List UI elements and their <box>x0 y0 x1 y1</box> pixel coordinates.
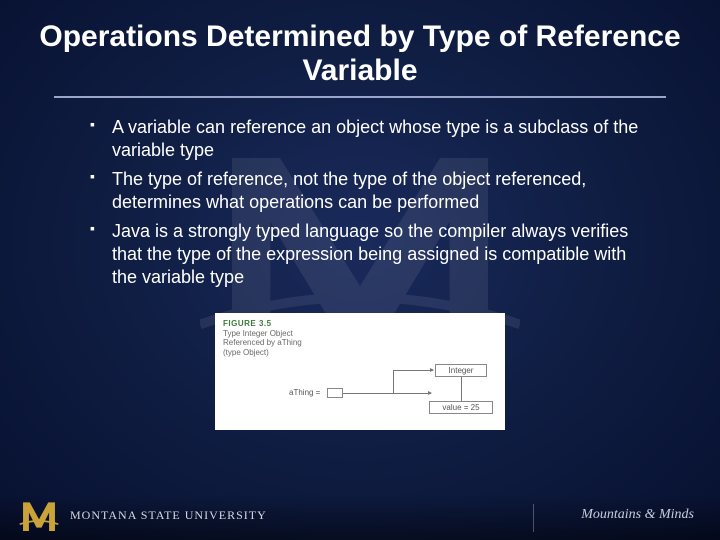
link-line <box>393 370 394 393</box>
figure-caption-line: Type Integer Object <box>223 329 293 338</box>
figure-caption: FIGURE 3.5 Type Integer Object Reference… <box>223 319 497 357</box>
tagline: Mountains & Minds <box>581 507 694 523</box>
arrow-icon <box>343 393 431 394</box>
footer-left: MONTANA STATE UNIVERSITY <box>18 494 267 536</box>
value-box: value = 25 <box>429 401 493 414</box>
figure: FIGURE 3.5 Type Integer Object Reference… <box>215 313 505 429</box>
figure-diagram: aThing = Integer value = 25 <box>223 362 497 420</box>
figure-caption-line: (type Object) <box>223 348 269 357</box>
figure-number: FIGURE 3.5 <box>223 319 272 328</box>
bullet-item: The type of reference, not the type of t… <box>90 168 650 214</box>
bullet-item: Java is a strongly typed language so the… <box>90 220 650 289</box>
class-box: Integer <box>435 364 487 377</box>
link-line <box>461 377 462 401</box>
figure-caption-line: Referenced by aThing <box>223 338 302 347</box>
university-sub: STATE UNIVERSITY <box>141 508 267 522</box>
title-underline <box>54 96 666 98</box>
footer-divider <box>533 504 534 532</box>
slide-title: Operations Determined by Type of Referen… <box>0 0 720 94</box>
university-name: MONTANA STATE UNIVERSITY <box>70 508 267 523</box>
tagline-amp: & <box>645 507 656 522</box>
bullet-item: A variable can reference an object whose… <box>90 116 650 162</box>
arrow-icon <box>393 370 433 371</box>
university-word: MONTANA <box>70 508 137 522</box>
variable-label: aThing = <box>289 388 320 397</box>
bullet-list: A variable can reference an object whose… <box>0 116 720 289</box>
msu-logo-icon <box>18 494 60 536</box>
footer: MONTANA STATE UNIVERSITY Mountains & Min… <box>0 494 720 540</box>
tagline-word: Mountains <box>581 507 641 522</box>
tagline-word: Minds <box>659 507 694 522</box>
variable-box <box>327 388 343 398</box>
